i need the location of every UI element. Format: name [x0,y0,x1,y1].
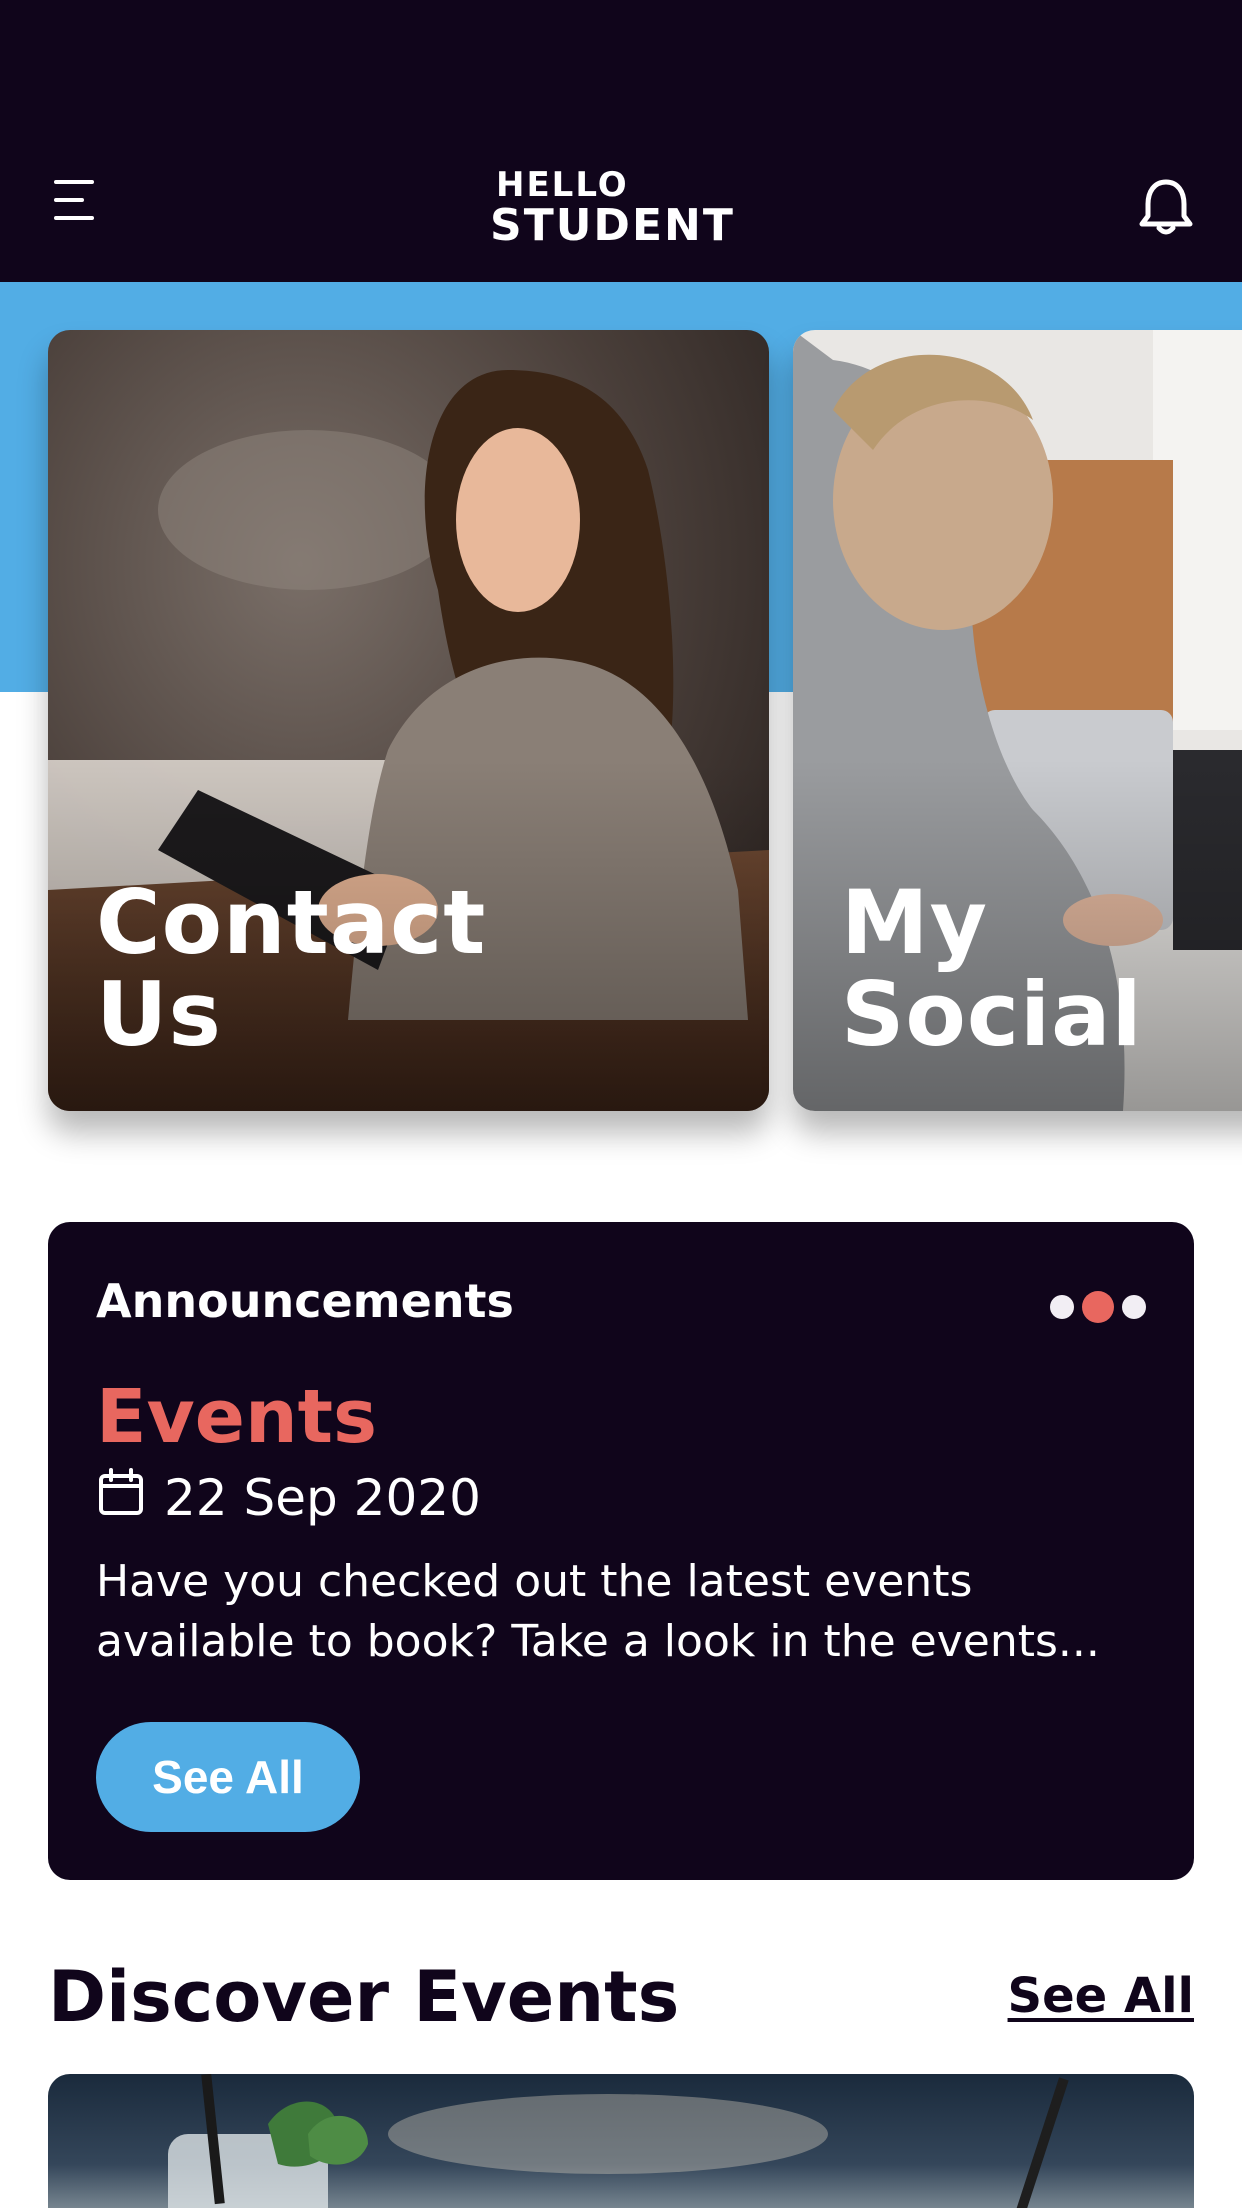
hello-student-logo[interactable]: HELLO STUDENT [490,168,752,248]
announcement-date-row: 22 Sep 2020 [96,1468,481,1528]
calendar-icon [96,1467,146,1529]
discover-events-heading: Discover Events [48,1956,680,2038]
see-all-announcements-button[interactable]: See All [96,1722,360,1832]
announcement-date: 22 Sep 2020 [164,1469,481,1527]
announcement-text: Have you checked out the latest events a… [96,1556,1100,1667]
announcements-panel: Announcements Events 22 Sep 2020 Have yo… [48,1222,1194,1880]
see-all-events-link[interactable]: See All [1008,1968,1194,2024]
event-card[interactable] [48,2074,1194,2208]
hamburger-menu-icon[interactable] [48,176,104,226]
carousel-dot-active[interactable] [1082,1291,1114,1323]
event-photo [168,2074,1069,2208]
contact-us-card[interactable]: Contact Us [48,330,769,1111]
carousel-dot[interactable] [1050,1295,1074,1319]
contact-us-title: Contact Us [96,871,487,1066]
my-social-title: My Social [841,871,1143,1066]
announcements-heading: Announcements [96,1274,514,1328]
announcement-category: Events [96,1374,378,1460]
logo-line-2: STUDENT [490,200,735,251]
my-social-card[interactable]: My Social [793,330,1242,1111]
app-header: HELLO STUDENT [0,0,1242,282]
carousel-dot[interactable] [1122,1295,1146,1319]
carousel-indicator[interactable] [1050,1291,1146,1323]
bell-icon[interactable] [1136,176,1196,238]
logo-line-1: HELLO [496,165,629,205]
